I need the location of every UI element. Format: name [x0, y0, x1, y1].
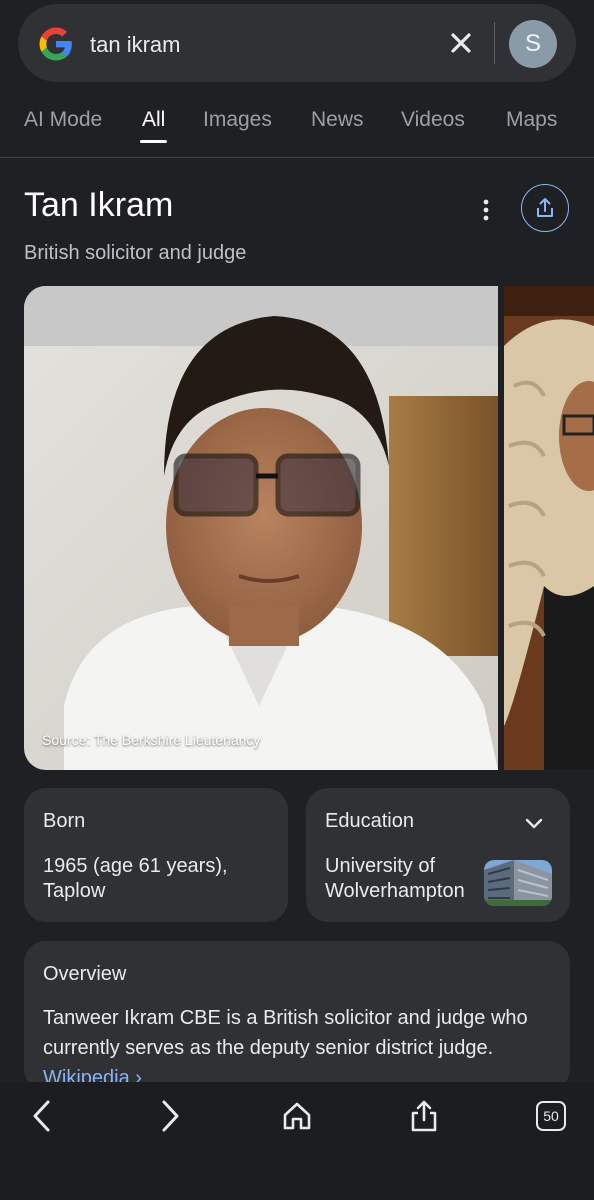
- judge-portrait-image: [504, 286, 594, 770]
- building-image: [484, 860, 552, 906]
- born-label: Born: [43, 810, 86, 832]
- tab-all[interactable]: All: [142, 108, 165, 132]
- tabs-icon: 50: [536, 1101, 566, 1131]
- browser-toolbar: 50: [0, 1082, 594, 1200]
- google-logo-icon: [39, 27, 72, 61]
- search-bar[interactable]: tan ikram S: [18, 4, 576, 82]
- overview-label: Overview: [43, 963, 127, 985]
- share-icon: [411, 1100, 437, 1132]
- tab-maps[interactable]: Maps: [506, 108, 557, 132]
- search-tabs: AI Mode All Images News Videos Maps: [0, 100, 594, 158]
- share-button[interactable]: [521, 184, 569, 232]
- active-tab-indicator: [140, 140, 167, 143]
- tab-ai-mode[interactable]: AI Mode: [24, 108, 102, 132]
- forward-icon: [162, 1100, 179, 1132]
- tab-videos[interactable]: Videos: [401, 108, 465, 132]
- education-card[interactable]: Education University of Wolverhampton: [306, 788, 570, 922]
- page-title: Tan Ikram: [24, 186, 174, 224]
- overview-card[interactable]: Overview Tanweer Ikram CBE is a British …: [24, 941, 570, 1091]
- forward-button[interactable]: [150, 1096, 190, 1136]
- image-source-caption: Source: The Berkshire Lieutenancy: [42, 732, 261, 748]
- entity-subtitle: British solicitor and judge: [24, 242, 247, 264]
- avatar[interactable]: S: [509, 20, 557, 68]
- education-thumbnail[interactable]: [484, 860, 552, 906]
- home-button[interactable]: [277, 1096, 317, 1136]
- share-icon: [537, 198, 553, 217]
- back-button[interactable]: [22, 1096, 62, 1136]
- portrait-image: [24, 286, 498, 770]
- chevron-down-icon[interactable]: [523, 812, 545, 834]
- divider: [494, 22, 495, 64]
- more-vert-icon[interactable]: [474, 196, 498, 224]
- overview-text: Tanweer Ikram CBE is a British solicitor…: [43, 1003, 543, 1091]
- tab-news[interactable]: News: [311, 108, 364, 132]
- tab-images[interactable]: Images: [203, 108, 272, 132]
- entity-image[interactable]: Source: The Berkshire Lieutenancy: [24, 286, 498, 770]
- born-value: 1965 (age 61 years), Taplow: [43, 855, 228, 902]
- search-input[interactable]: tan ikram: [90, 32, 180, 58]
- education-label: Education: [325, 810, 414, 832]
- browser-share-button[interactable]: [404, 1096, 444, 1136]
- overview-body: Tanweer Ikram CBE is a British solicitor…: [43, 1007, 528, 1059]
- home-icon: [283, 1102, 311, 1130]
- entity-image-2[interactable]: [504, 286, 594, 770]
- close-icon[interactable]: [446, 28, 476, 58]
- born-card[interactable]: Born 1965 (age 61 years), Taplow: [24, 788, 288, 922]
- education-value: University of Wolverhampton: [325, 855, 465, 902]
- tabs-button[interactable]: 50: [531, 1096, 571, 1136]
- back-icon: [33, 1100, 50, 1132]
